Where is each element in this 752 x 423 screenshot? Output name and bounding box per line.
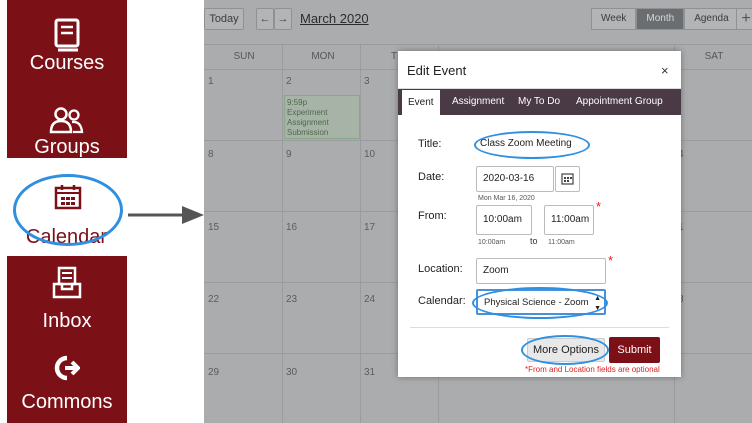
day-number[interactable]: 10	[364, 149, 375, 160]
submit-button[interactable]: Submit	[609, 337, 660, 363]
nav-label-commons: Commons	[21, 391, 113, 413]
more-options-highlight-circle	[521, 335, 609, 365]
people-icon	[49, 107, 84, 134]
add-event-button[interactable]: +	[736, 8, 752, 30]
next-month-button[interactable]: →	[274, 8, 292, 30]
book-icon	[54, 18, 80, 52]
to-word: to	[530, 236, 538, 246]
start-time-field[interactable]: 10:00am	[476, 205, 532, 235]
date-field[interactable]: 2020-03-16	[476, 166, 554, 192]
day-number[interactable]: 23	[286, 294, 297, 305]
day-number[interactable]: 31	[364, 367, 375, 378]
date-picker-button[interactable]	[555, 166, 580, 192]
end-time-hint: 11:00am	[548, 239, 575, 246]
weekday-label: SAT	[704, 51, 724, 62]
share-arrow-icon	[54, 355, 80, 381]
nav-item-commons[interactable]: Commons	[7, 355, 127, 414]
optional-fields-note: *From and Location fields are optional	[525, 365, 660, 374]
today-button[interactable]: Today	[204, 8, 244, 30]
calendar-event[interactable]: 9:59p Experiment Assignment Submission	[284, 95, 360, 139]
divider	[410, 327, 669, 328]
inbox-icon	[52, 266, 82, 299]
dialog-header: Edit Event ×	[398, 51, 681, 89]
view-month-button[interactable]: Month	[636, 8, 685, 30]
date-label: Date:	[418, 171, 445, 183]
day-number[interactable]: 29	[208, 367, 219, 378]
date-hint: Mon Mar 16, 2020	[478, 195, 535, 202]
weekday-label: SUN	[233, 51, 255, 62]
required-mark: *	[596, 199, 602, 214]
day-number[interactable]: 24	[364, 294, 375, 305]
day-number[interactable]: 15	[208, 222, 219, 233]
day-number[interactable]: 17	[364, 222, 375, 233]
day-number[interactable]: 30	[286, 367, 297, 378]
title-label: Title:	[418, 138, 442, 150]
dialog-title: Edit Event	[407, 63, 467, 78]
close-icon[interactable]: ×	[661, 63, 669, 78]
location-field[interactable]: Zoom	[476, 258, 606, 284]
prev-month-button[interactable]: ←	[256, 8, 274, 30]
location-label: Location:	[418, 263, 463, 275]
edit-event-dialog: Edit Event × Event Assignment My To Do A…	[398, 51, 681, 377]
day-number[interactable]: 22	[208, 294, 219, 305]
tab-event[interactable]: Event	[402, 89, 440, 115]
calendar-icon	[561, 173, 574, 185]
day-number[interactable]: 9	[286, 149, 292, 160]
title-highlight-circle	[474, 131, 590, 159]
month-title[interactable]: March 2020	[300, 11, 369, 26]
tab-appointment-group[interactable]: Appointment Group	[570, 89, 669, 115]
nav-item-courses[interactable]: Courses	[7, 18, 127, 75]
calendar-label: Calendar:	[418, 295, 466, 307]
tutorial-screenshot: Courses Groups Inbox Commons Calendar To…	[0, 0, 752, 423]
view-agenda-button[interactable]: Agenda	[684, 8, 739, 30]
day-number[interactable]: 1	[208, 76, 214, 87]
nav-item-inbox[interactable]: Inbox	[7, 266, 127, 333]
calendar-highlight-circle	[472, 287, 608, 319]
tab-assignment[interactable]: Assignment	[446, 89, 510, 115]
pointer-arrow-icon	[128, 206, 204, 224]
calendar-toolbar: Today ← → March 2020 Week Month Agenda +	[204, 0, 752, 38]
nav-label-inbox: Inbox	[42, 310, 92, 332]
required-mark: *	[608, 253, 614, 268]
view-switcher: Week Month Agenda	[591, 8, 739, 30]
tab-my-to-do[interactable]: My To Do	[512, 89, 566, 115]
day-number[interactable]: 16	[286, 222, 297, 233]
nav-label-courses: Courses	[29, 52, 105, 74]
day-number[interactable]: 3	[364, 76, 370, 87]
view-week-button[interactable]: Week	[591, 8, 637, 30]
nav-label-groups: Groups	[34, 136, 100, 158]
from-label: From:	[418, 210, 447, 222]
start-time-hint: 10:00am	[478, 239, 506, 246]
nav-item-groups[interactable]: Groups	[7, 106, 127, 159]
event-time: 9:59p	[287, 98, 308, 107]
day-number[interactable]: 2	[286, 76, 292, 87]
dialog-tabs: Event Assignment My To Do Appointment Gr…	[398, 89, 681, 115]
end-time-field[interactable]: 11:00am	[544, 205, 594, 235]
event-title: Experiment Assignment Submission	[287, 108, 329, 137]
day-number[interactable]: 8	[208, 149, 214, 160]
calendar-highlight-circle	[13, 174, 123, 246]
weekday-label: MON	[311, 51, 335, 62]
